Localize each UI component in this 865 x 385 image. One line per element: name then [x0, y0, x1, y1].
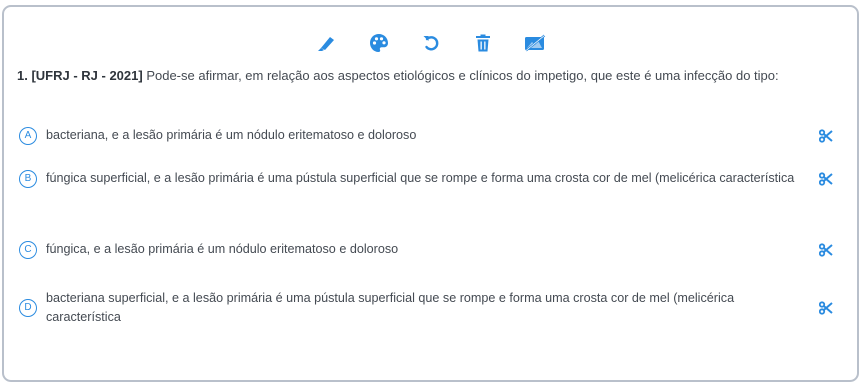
toolbar — [4, 31, 857, 55]
option-a[interactable]: A bacteriana, e a lesão primária é um nó… — [19, 126, 849, 145]
option-letter-c[interactable]: C — [19, 240, 37, 259]
option-text-a[interactable]: bacteriana, e a lesão primária é um nódu… — [46, 126, 806, 145]
scissors-icon[interactable] — [819, 242, 833, 257]
eraser-icon — [524, 34, 545, 52]
undo-icon — [423, 36, 438, 51]
eraser-button[interactable] — [523, 31, 547, 55]
question-statement: Pode-se afirmar, em relação aos aspectos… — [142, 68, 779, 83]
option-letter-d[interactable]: D — [19, 299, 37, 317]
question-card: 1. [UFRJ - RJ - 2021] Pode-se afirmar, e… — [2, 5, 859, 382]
scissors-icon[interactable] — [819, 301, 833, 315]
option-d[interactable]: D bacteriana superficial, e a lesão prim… — [19, 289, 849, 327]
option-text-b[interactable]: fúngica superficial, e a lesão primária … — [46, 169, 806, 188]
delete-button[interactable] — [471, 31, 495, 55]
option-letter-b[interactable]: B — [19, 169, 37, 188]
option-letter-a[interactable]: A — [19, 126, 37, 145]
undo-button[interactable] — [419, 31, 443, 55]
option-text-d[interactable]: bacteriana superficial, e a lesão primár… — [46, 289, 806, 327]
option-c[interactable]: C fúngica, e a lesão primária é um nódul… — [19, 240, 849, 259]
highlighter-icon — [317, 37, 334, 51]
option-b[interactable]: B fúngica superficial, e a lesão primári… — [19, 169, 849, 188]
trash-icon — [475, 34, 490, 52]
palette-icon — [369, 34, 388, 52]
scissors-icon[interactable] — [819, 171, 833, 186]
question-text: 1. [UFRJ - RJ - 2021] Pode-se afirmar, e… — [17, 65, 847, 86]
highlighter-button[interactable] — [315, 31, 339, 55]
scissors-icon[interactable] — [819, 128, 833, 143]
option-text-c[interactable]: fúngica, e a lesão primária é um nódulo … — [46, 240, 806, 259]
question-source: 1. [UFRJ - RJ - 2021] — [17, 68, 143, 83]
palette-button[interactable] — [367, 31, 391, 55]
